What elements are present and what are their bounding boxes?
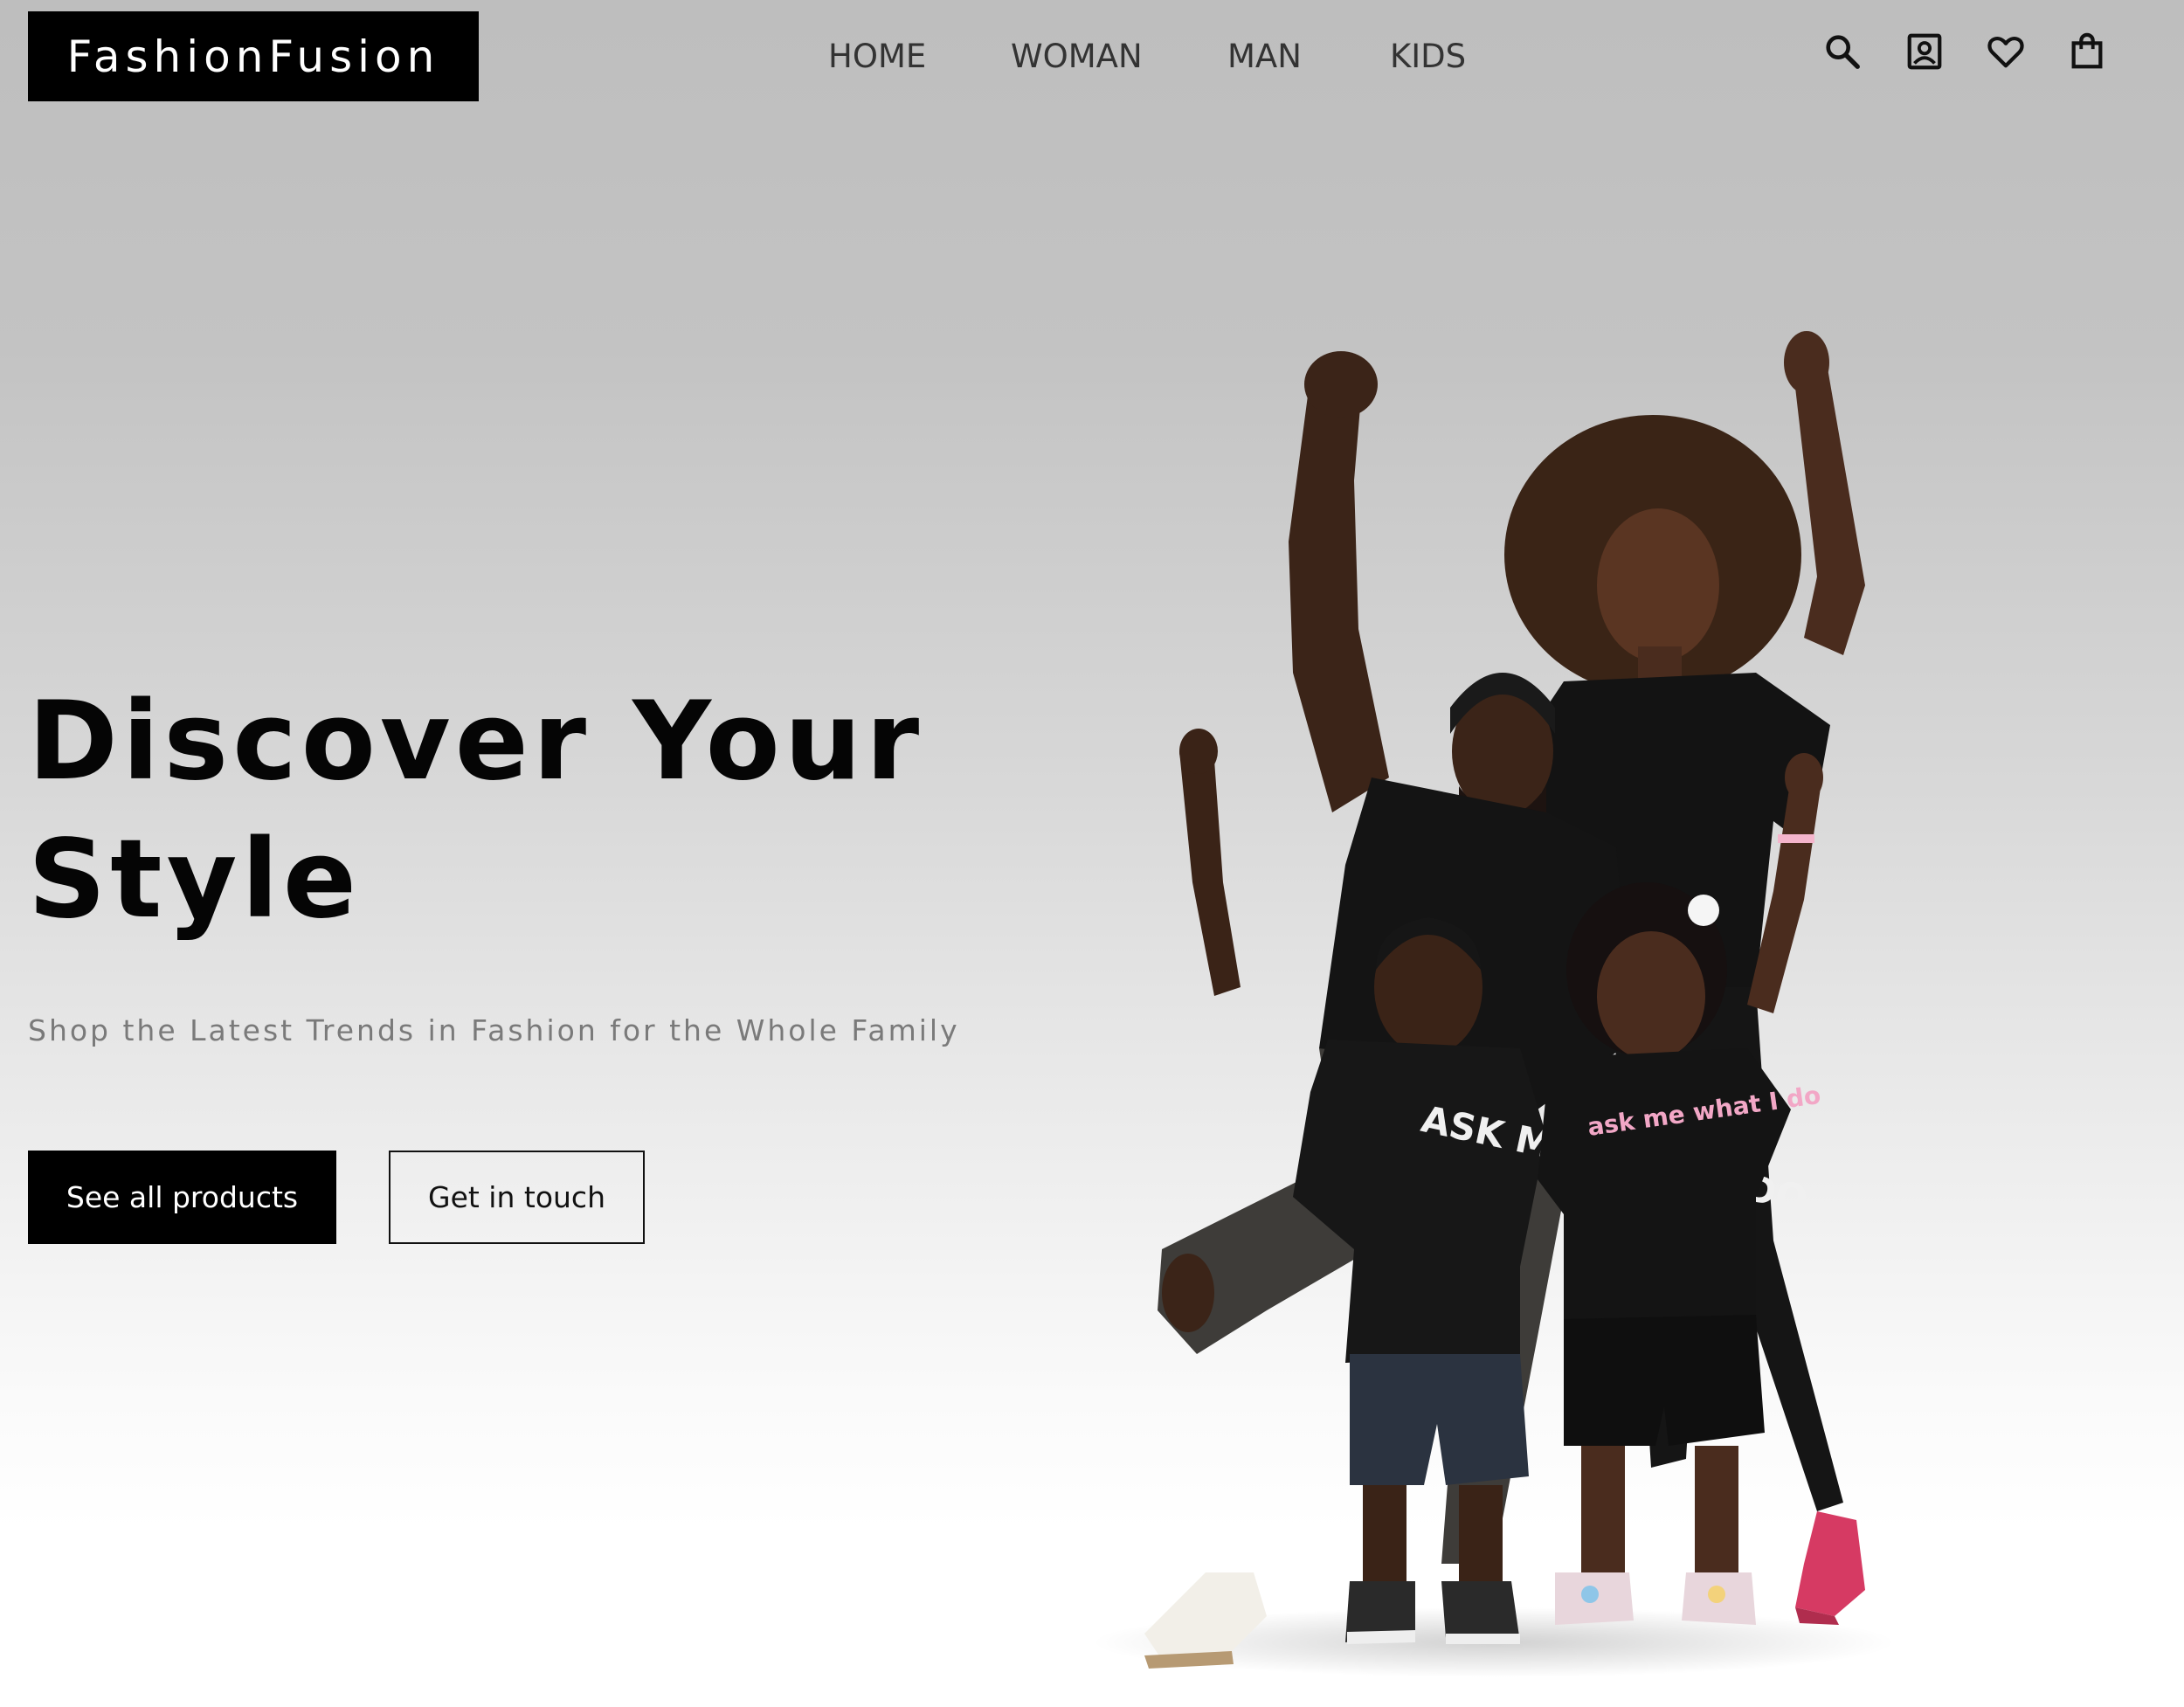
hero-subtitle: Shop the Latest Trends in Fashion for th… (28, 1013, 960, 1047)
heart-icon[interactable] (1986, 31, 2026, 72)
get-in-touch-button[interactable]: Get in touch (389, 1151, 645, 1244)
search-icon[interactable] (1822, 31, 1863, 72)
shopping-bag-icon[interactable] (2067, 31, 2107, 72)
nav-item-man[interactable]: MAN (1227, 31, 1302, 82)
nav-item-kids[interactable]: KIDS (1390, 31, 1466, 82)
hero-family-illustration: ASK ME WHAT I DO (1092, 331, 1896, 1677)
nav-item-home[interactable]: HOME (828, 31, 926, 82)
account-icon[interactable] (1904, 31, 1945, 72)
hero-title-line1: Discover Your (28, 679, 924, 805)
see-all-products-button[interactable]: See all products (28, 1151, 336, 1244)
nav-item-woman[interactable]: WOMAN (1011, 31, 1143, 82)
hero-title: Discover Your Style (28, 673, 945, 949)
hero-title-line2: Style (28, 817, 362, 943)
page: FashionFusion HOME WOMAN MAN KIDS Discov… (0, 0, 2184, 1707)
hero-family-image: ASK ME WHAT I DO (1005, 323, 1974, 1686)
see-all-products-label: See all products (66, 1180, 299, 1214)
get-in-touch-label: Get in touch (428, 1180, 605, 1214)
